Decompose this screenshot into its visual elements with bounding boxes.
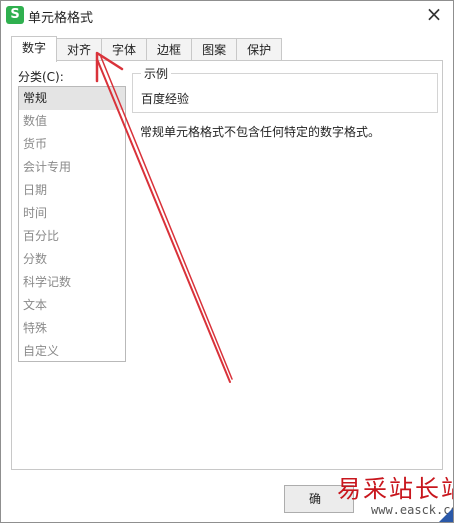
sample-group: 示例 百度经验	[132, 67, 438, 113]
category-item-special[interactable]: 特殊	[19, 317, 125, 340]
watermark-text: 易采站长站	[337, 475, 454, 503]
category-item-custom[interactable]: 自定义	[19, 340, 125, 363]
tab-border[interactable]: 边框	[146, 38, 193, 61]
app-logo-icon: S	[6, 6, 24, 24]
tab-alignment[interactable]: 对齐	[56, 38, 103, 61]
tab-font[interactable]: 字体	[101, 38, 148, 61]
title-bar: S 单元格格式 ×	[1, 1, 453, 31]
watermark: 易采站长站 www.easck.com	[319, 463, 454, 522]
category-label: 分类(C):	[18, 70, 64, 84]
category-item-date[interactable]: 日期	[19, 179, 125, 202]
category-item-general[interactable]: 常规	[19, 87, 125, 110]
watermark-corner-icon	[437, 506, 453, 522]
category-item-fraction[interactable]: 分数	[19, 248, 125, 271]
sample-value: 百度经验	[141, 92, 190, 106]
number-tab-panel: 分类(C): 常规 数值 货币 会计专用 日期 时间 百分比 分数 科学记数 文…	[11, 60, 443, 470]
window-title: 单元格格式	[28, 11, 94, 26]
tab-protection[interactable]: 保护	[236, 38, 283, 61]
category-list[interactable]: 常规 数值 货币 会计专用 日期 时间 百分比 分数 科学记数 文本 特殊 自定…	[18, 86, 126, 362]
tab-strip: 数字 对齐 字体 边框 图案 保护	[11, 36, 283, 62]
category-item-text[interactable]: 文本	[19, 294, 125, 317]
category-item-accounting[interactable]: 会计专用	[19, 156, 125, 179]
tab-number[interactable]: 数字	[11, 36, 58, 62]
category-item-time[interactable]: 时间	[19, 202, 125, 225]
sample-legend: 示例	[141, 67, 172, 81]
close-button[interactable]: ×	[421, 3, 447, 27]
category-item-percentage[interactable]: 百分比	[19, 225, 125, 248]
cell-format-dialog: S 单元格格式 × 数字 对齐 字体 边框 图案 保护 分类(C): 常规 数值…	[0, 0, 454, 523]
format-description: 常规单元格格式不包含任何特定的数字格式。	[140, 125, 381, 139]
tab-pattern[interactable]: 图案	[191, 38, 238, 61]
category-item-scientific[interactable]: 科学记数	[19, 271, 125, 294]
category-item-currency[interactable]: 货币	[19, 133, 125, 156]
category-item-number[interactable]: 数值	[19, 110, 125, 133]
